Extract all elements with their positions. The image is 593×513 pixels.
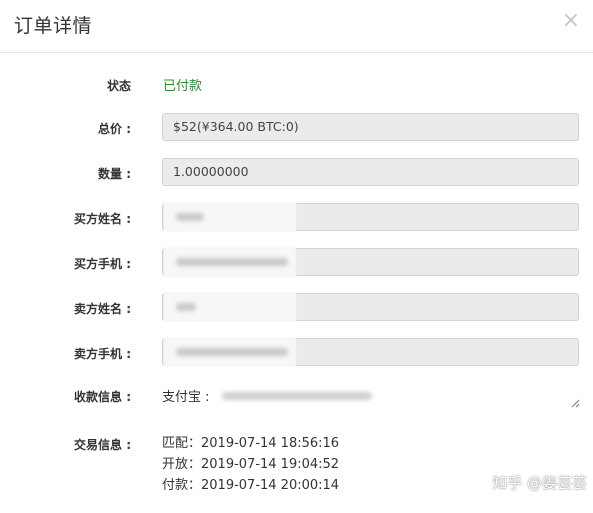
close-icon[interactable]: × [562,10,580,32]
order-details-modal: 订单详情 × 状态 已付款 总价 : $52(¥364.00 BTC:0) 数量… [0,0,593,513]
buyer-name-label: 买方姓名 : [74,212,131,226]
modal-title: 订单详情 [14,15,93,37]
resize-handle-icon[interactable] [570,398,580,408]
redacted-text [176,348,288,356]
buyer-phone-label: 买方手机 : [74,257,131,271]
total-price-label: 总价 : [98,122,131,136]
payment-info-textarea[interactable]: 支付宝 : [162,382,580,408]
status-value: 已付款 [163,79,203,94]
quantity-label: 数量 : [98,167,131,181]
trade-info-label: 交易信息 : [74,438,131,452]
total-price-field[interactable]: $52(¥364.00 BTC:0) [162,113,579,141]
watermark: 知乎 @姜芸芸 [492,474,587,492]
payment-method-text: 支付宝 : [162,390,210,405]
status-label: 状态 [106,79,131,93]
seller-name-label: 卖方姓名 : [74,302,131,316]
quantity-field[interactable]: 1.00000000 [162,158,579,186]
redacted-text [176,258,288,266]
trade-line-matched: 匹配：2019-07-14 18:56:16 [162,436,340,451]
redacted-text [176,303,196,311]
trade-line-paid: 付款：2019-07-14 20:00:14 [162,478,340,493]
modal-header: 订单详情 × [0,0,593,53]
trade-info-lines: 匹配：2019-07-14 18:56:16 开放：2019-07-14 19:… [162,433,339,496]
payment-info-label: 收款信息 : [74,390,131,404]
trade-line-opened: 开放：2019-07-14 19:04:52 [162,457,340,472]
redacted-text [176,213,204,221]
seller-phone-label: 卖方手机 : [74,347,131,361]
redacted-account [222,392,372,400]
